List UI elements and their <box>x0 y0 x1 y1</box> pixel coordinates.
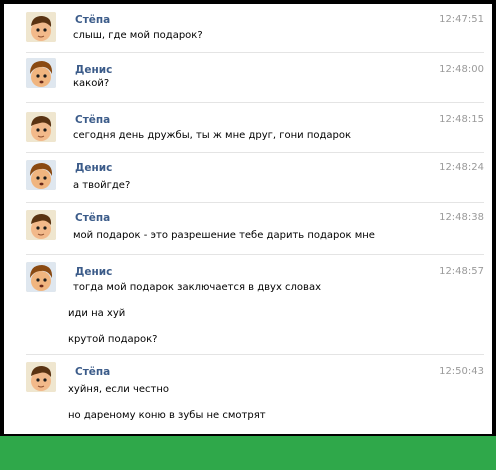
message-divider <box>26 102 484 103</box>
message-author[interactable]: Денис <box>75 266 112 278</box>
message-author[interactable]: Денис <box>75 64 112 76</box>
message-text: крутой подарок? <box>68 334 158 345</box>
message-time: 12:48:57 <box>439 266 484 277</box>
message-text: но дареному коню в зубы не смотрят <box>68 410 266 421</box>
message-time: 12:48:24 <box>439 162 484 173</box>
message-divider <box>26 254 484 255</box>
message-text: какой? <box>73 78 110 89</box>
message-divider <box>26 52 484 53</box>
stepa-avatar-icon[interactable] <box>26 210 56 240</box>
green-bottom-band <box>0 436 496 470</box>
message-time: 12:50:43 <box>439 366 484 377</box>
message-author[interactable]: Стёпа <box>75 366 110 378</box>
chat-window: Стёпа 12:47:51 слыш, где мой подарок? Де… <box>4 4 492 434</box>
denis-avatar-icon[interactable] <box>26 262 56 292</box>
message-text: а твойгде? <box>73 180 131 191</box>
message-author[interactable]: Стёпа <box>75 114 110 126</box>
message-text: сегодня день дружбы, ты ж мне друг, гони… <box>73 130 352 141</box>
stepa-avatar-icon[interactable] <box>26 362 56 392</box>
message-text: мой подарок - это разрешение тебе дарить… <box>73 230 375 241</box>
message-divider <box>26 152 484 153</box>
denis-avatar-icon[interactable] <box>26 160 56 190</box>
message-divider <box>26 202 484 203</box>
message-text: тогда мой подарок заключается в двух сло… <box>73 282 321 293</box>
message-author[interactable]: Стёпа <box>75 14 110 26</box>
message-time: 12:48:15 <box>439 114 484 125</box>
message-text: слыш, где мой подарок? <box>73 30 203 41</box>
message-text: хуйня, если честно <box>68 384 170 395</box>
message-time: 12:48:38 <box>439 212 484 223</box>
stepa-avatar-icon[interactable] <box>26 12 56 42</box>
message-time: 12:48:00 <box>439 64 484 75</box>
message-text: иди на хуй <box>68 308 126 319</box>
message-divider <box>26 354 484 355</box>
message-author[interactable]: Денис <box>75 162 112 174</box>
message-time: 12:47:51 <box>439 14 484 25</box>
message-author[interactable]: Стёпа <box>75 212 110 224</box>
denis-avatar-icon[interactable] <box>26 58 56 88</box>
stepa-avatar-icon[interactable] <box>26 112 56 142</box>
